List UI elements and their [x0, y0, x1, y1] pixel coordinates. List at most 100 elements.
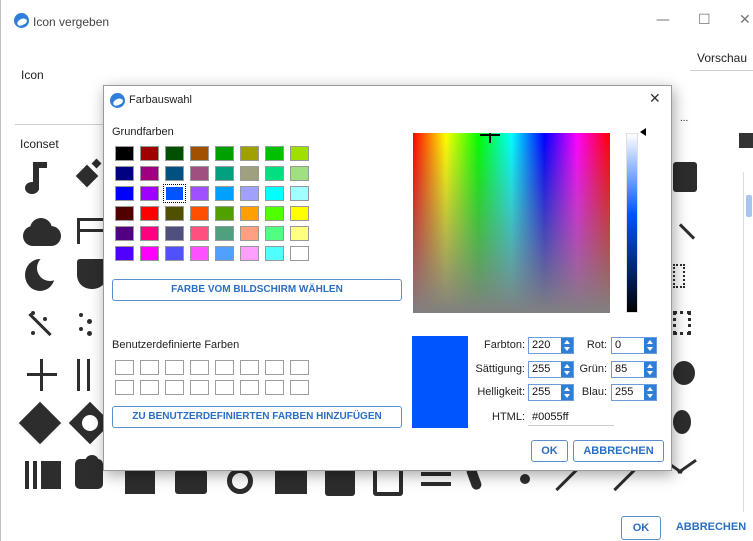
maximize-button[interactable]: ☐ [698, 12, 711, 28]
basic-color-swatch[interactable] [115, 146, 134, 161]
hue-spinbox[interactable]: 220 [528, 337, 574, 354]
search-icon[interactable] [673, 404, 713, 444]
custom-color-slot[interactable] [140, 380, 159, 395]
basic-color-swatch[interactable] [190, 166, 209, 181]
basic-color-swatch[interactable] [163, 184, 186, 203]
music-note-icon[interactable] [21, 158, 61, 198]
basic-color-swatch[interactable] [265, 146, 284, 161]
brightness-icon[interactable] [18, 401, 62, 445]
close-button[interactable]: ✕ [739, 12, 751, 28]
custom-color-slot[interactable] [190, 380, 209, 395]
basic-color-swatch[interactable] [265, 166, 284, 181]
basic-color-swatch[interactable] [165, 146, 184, 161]
custom-color-slot[interactable] [115, 380, 134, 395]
basic-color-swatch[interactable] [140, 146, 159, 161]
dialog-cancel-button[interactable]: ABBRECHEN [573, 440, 664, 462]
custom-color-slot[interactable] [165, 380, 184, 395]
custom-color-slot[interactable] [215, 360, 234, 375]
basic-color-swatch[interactable] [240, 206, 259, 221]
basic-color-swatch[interactable] [190, 246, 209, 261]
hue-spin-arrows-icon[interactable] [561, 338, 573, 353]
add-custom-color-button[interactable]: ZU BENUTZERDEFINIERTEN FARBEN HINZUFÜGEN [112, 406, 402, 428]
blue-spinbox[interactable]: 255 [611, 384, 657, 401]
custom-color-slot[interactable] [190, 360, 209, 375]
basic-color-swatch[interactable] [240, 146, 259, 161]
custom-color-slot[interactable] [115, 360, 134, 375]
value-spinbox[interactable]: 255 [528, 384, 574, 401]
basic-color-swatch[interactable] [215, 246, 234, 261]
basic-color-swatch[interactable] [290, 206, 309, 221]
basic-color-swatch[interactable] [290, 226, 309, 241]
saturation-spin-arrows-icon[interactable] [561, 362, 573, 377]
minimize-button[interactable]: — [656, 12, 670, 28]
basic-color-swatch[interactable] [165, 206, 184, 221]
basic-color-swatch[interactable] [165, 226, 184, 241]
dialog-ok-button[interactable]: OK [531, 440, 568, 462]
luminance-slider-arrow-icon[interactable] [640, 128, 646, 136]
custom-color-slot[interactable] [290, 360, 309, 375]
luminance-slider[interactable] [626, 133, 638, 313]
basic-color-swatch[interactable] [115, 206, 134, 221]
blur-off-icon[interactable] [21, 305, 61, 345]
custom-color-slot[interactable] [265, 360, 284, 375]
saturation-spinbox[interactable]: 255 [528, 361, 574, 378]
custom-color-slot[interactable] [165, 360, 184, 375]
value-spin-arrows-icon[interactable] [561, 385, 573, 400]
ok-button[interactable]: OK [621, 516, 661, 540]
color-spectrum[interactable] [413, 133, 610, 313]
basic-color-swatch[interactable] [140, 246, 159, 261]
basic-color-swatch[interactable] [290, 186, 309, 201]
basic-color-swatch[interactable] [265, 206, 284, 221]
cloud-upload-icon[interactable] [21, 212, 61, 252]
basic-color-swatch[interactable] [240, 186, 259, 201]
basic-color-swatch[interactable] [215, 206, 234, 221]
green-spinbox[interactable]: 85 [611, 361, 657, 378]
basic-color-swatch[interactable] [265, 226, 284, 241]
basic-color-swatch[interactable] [215, 146, 234, 161]
custom-color-slot[interactable] [265, 380, 284, 395]
basic-color-swatch[interactable] [290, 246, 309, 261]
icon-list-scrollbar[interactable] [743, 172, 753, 512]
basic-color-swatch[interactable] [215, 186, 234, 201]
basic-color-swatch[interactable] [165, 246, 184, 261]
red-spinbox[interactable]: 0 [611, 337, 657, 354]
custom-color-slot[interactable] [240, 380, 259, 395]
photo-library-icon[interactable] [21, 455, 61, 495]
basic-color-swatch[interactable] [290, 146, 309, 161]
blue-spin-arrows-icon[interactable] [644, 385, 656, 400]
basic-color-swatch[interactable] [190, 206, 209, 221]
close-box-icon[interactable] [673, 158, 713, 198]
browse-ellipsis-button[interactable]: ... [680, 113, 688, 124]
border-inner-icon[interactable] [21, 355, 61, 395]
dialog-close-button[interactable]: ✕ [649, 91, 661, 107]
lines-icon[interactable] [673, 260, 713, 300]
custom-color-slot[interactable] [290, 380, 309, 395]
pick-screen-color-button[interactable]: FARBE VOM BILDSCHIRM WÄHLEN [112, 279, 402, 301]
custom-color-slot[interactable] [215, 380, 234, 395]
moon-icon[interactable] [21, 255, 63, 295]
basic-color-swatch[interactable] [215, 166, 234, 181]
basic-color-swatch[interactable] [190, 146, 209, 161]
custom-color-slot[interactable] [140, 360, 159, 375]
basic-color-swatch[interactable] [140, 206, 159, 221]
basic-color-swatch[interactable] [190, 186, 209, 201]
cancel-button[interactable]: ABBRECHEN [671, 516, 751, 540]
basic-color-swatch[interactable] [265, 186, 284, 201]
html-color-input[interactable]: #0055ff [528, 409, 614, 426]
basic-color-swatch[interactable] [115, 166, 134, 181]
basic-color-swatch[interactable] [140, 226, 159, 241]
basic-color-swatch[interactable] [240, 166, 259, 181]
icon-list-scroll-thumb[interactable] [746, 195, 752, 217]
basic-color-swatch[interactable] [240, 226, 259, 241]
basic-color-swatch[interactable] [290, 166, 309, 181]
basic-color-swatch[interactable] [115, 226, 134, 241]
grid-dots-icon[interactable] [673, 305, 713, 345]
gear-icon[interactable] [673, 355, 713, 395]
basic-color-swatch[interactable] [215, 226, 234, 241]
custom-color-slot[interactable] [240, 360, 259, 375]
basic-color-swatch[interactable] [240, 246, 259, 261]
basic-color-swatch[interactable] [115, 246, 134, 261]
signal-off-icon[interactable] [673, 212, 713, 252]
red-spin-arrows-icon[interactable] [644, 338, 656, 353]
basic-color-swatch[interactable] [265, 246, 284, 261]
